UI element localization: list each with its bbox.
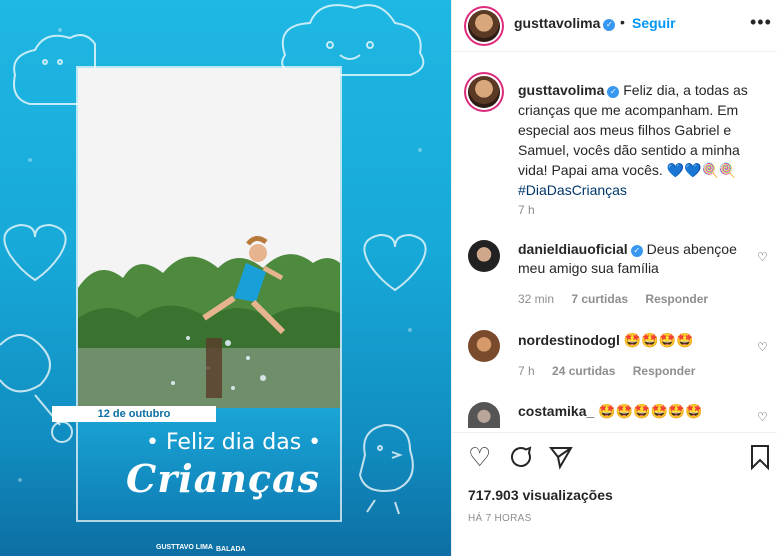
caption-author-username[interactable]: gusttavolima: [518, 82, 604, 98]
commenter-avatar[interactable]: [468, 240, 500, 272]
verified-badge-icon: ✓: [630, 245, 643, 257]
comment-meta: 32 min 7 curtidas Responder: [518, 292, 722, 306]
comment-username[interactable]: costamika_: [518, 403, 594, 419]
comment-time[interactable]: 32 min: [518, 292, 554, 306]
post-side-panel: gusttavolima ✓ • Seguir ••• gusttavolima ✓…: [451, 0, 777, 556]
comment-item: costamika_ 🤩🤩🤩🤩🤩🤩: [518, 402, 754, 421]
caption-time[interactable]: 7 h: [518, 203, 535, 217]
comment-username[interactable]: danieldiauoficial: [518, 241, 628, 257]
comment-username[interactable]: nordestinodogl: [518, 332, 620, 348]
author-username-text[interactable]: gusttavolima: [514, 15, 600, 31]
caption-author-avatar[interactable]: [468, 76, 500, 108]
bookmark-icon[interactable]: [748, 444, 772, 474]
commenter-avatar[interactable]: [468, 330, 500, 362]
comment-likes[interactable]: 7 curtidas: [571, 292, 628, 306]
caption-hashtag[interactable]: #DiaDasCrianças: [518, 182, 627, 198]
comment-like-heart-icon[interactable]: ♡: [757, 340, 768, 354]
comment-like-heart-icon[interactable]: ♡: [757, 410, 768, 424]
post-caption: gusttavolima ✓ Feliz dia, a todas as cria…: [518, 80, 768, 200]
comment-reply-button[interactable]: Responder: [633, 364, 696, 378]
comment-meta: 7 h 24 curtidas Responder: [518, 364, 709, 378]
verified-badge-icon: ✓: [603, 19, 616, 31]
separator-dot: •: [620, 14, 625, 30]
comment-item: nordestinodogl 🤩🤩🤩🤩: [518, 331, 754, 350]
headline-line1: • Feliz dia das •: [146, 430, 322, 455]
comment-icon[interactable]: [508, 444, 534, 474]
commenter-avatar[interactable]: [468, 402, 500, 428]
post-date: HÁ 7 HORAS: [468, 513, 532, 524]
comment-text: 🤩🤩🤩🤩: [623, 332, 694, 348]
post-header: gusttavolima ✓ • Seguir •••: [452, 0, 777, 52]
author-username[interactable]: gusttavolima ✓: [514, 15, 616, 31]
verified-badge-icon: ✓: [607, 86, 620, 98]
headline-line2: Crianças: [126, 456, 321, 501]
comment-text: 🤩🤩🤩🤩🤩🤩: [598, 403, 703, 419]
comment-item: danieldiauoficial ✓ Deus abençoe meu amig…: [518, 240, 754, 278]
comment-like-heart-icon[interactable]: ♡: [757, 250, 768, 264]
kid-photo: [78, 68, 340, 408]
post-media[interactable]: 12 de outubro • Feliz dia das • Crianças…: [0, 0, 451, 556]
share-icon[interactable]: [548, 444, 574, 474]
brand-logo-left: GUSTTAVO LIMA: [156, 544, 213, 551]
follow-button[interactable]: Seguir: [632, 15, 676, 31]
view-count[interactable]: 717.903 visualizações: [468, 487, 613, 503]
comment-reply-button[interactable]: Responder: [645, 292, 708, 306]
comment-time[interactable]: 7 h: [518, 364, 535, 378]
author-avatar[interactable]: [468, 10, 500, 42]
actions-divider: [452, 432, 777, 433]
more-options-icon[interactable]: •••: [750, 12, 772, 33]
brand-logo-right: BALADA: [216, 546, 246, 553]
heart-icon[interactable]: ♡: [468, 444, 491, 470]
caption-emojis: 💙💙🍭🍭: [666, 162, 737, 178]
date-banner: 12 de outubro: [52, 406, 216, 422]
comment-likes[interactable]: 24 curtidas: [552, 364, 615, 378]
post-actions: ♡: [468, 444, 769, 474]
